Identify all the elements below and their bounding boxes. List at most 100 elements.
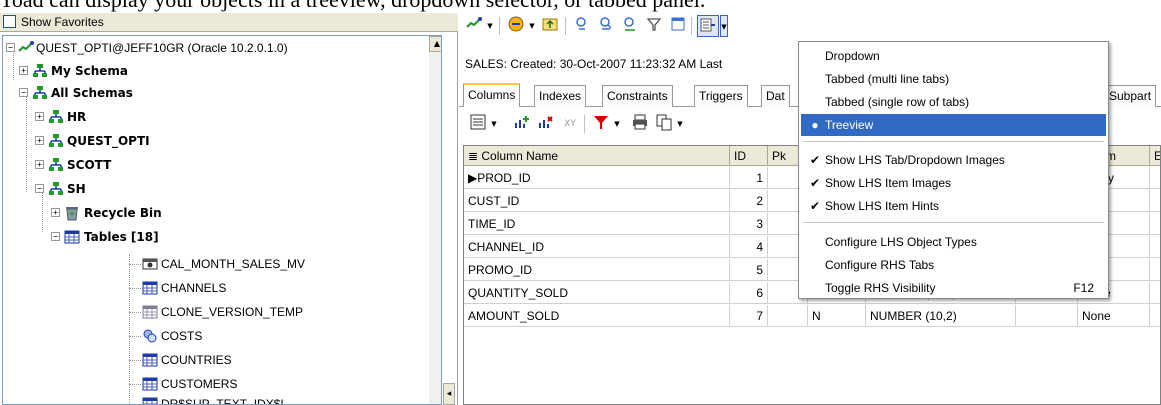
menu-item-show-lhs-tab-images[interactable]: ✔ Show LHS Tab/Dropdown Images — [801, 149, 1106, 171]
refresh-object-icon[interactable] — [619, 15, 641, 37]
menu-separator — [803, 141, 1104, 142]
checkmark-icon: ✔ — [809, 176, 821, 190]
expand-toggle-icon[interactable]: + — [35, 136, 44, 145]
tree-node-recycle-bin[interactable]: + Recycle Bin — [3, 203, 423, 223]
object-info-line: SALES: Created: 30-Oct-2007 11:23:32 AM … — [465, 57, 723, 71]
filter-icon[interactable] — [643, 15, 665, 37]
drop-column-icon[interactable] — [535, 113, 557, 135]
schema-icon — [48, 157, 64, 173]
print-icon[interactable] — [629, 113, 651, 135]
menu-item-label: Configure RHS Tabs — [825, 258, 935, 272]
menu-item-show-lhs-item-images[interactable]: ✔ Show LHS Item Images — [801, 172, 1106, 194]
filter-icon[interactable] — [590, 113, 612, 135]
cell-id: 1 — [730, 167, 768, 189]
cell-column-name: CHANNEL_ID — [464, 236, 730, 258]
tree-node-table[interactable]: COSTS — [3, 326, 423, 346]
menu-item-label: Show LHS Tab/Dropdown Images — [825, 153, 1005, 167]
tree-node-table[interactable]: CLONE_VERSION_TEMP — [3, 302, 423, 322]
expand-toggle-icon[interactable]: + — [19, 66, 28, 75]
tab-indexes[interactable]: Indexes — [534, 85, 587, 107]
menu-item-configure-lhs[interactable]: Configure LHS Object Types — [801, 231, 1106, 253]
cell-text: PROD_ID — [477, 171, 531, 185]
find-object-icon[interactable] — [595, 15, 617, 37]
chevron-down-icon[interactable]: ▼ — [676, 113, 684, 135]
folder-up-icon[interactable] — [539, 15, 561, 37]
pane-splitter-collapse-icon[interactable]: ◂ — [443, 383, 455, 405]
cell-id: 3 — [730, 213, 768, 235]
column-header-name[interactable]: ≣ Column Name — [464, 146, 730, 166]
tab-triggers[interactable]: Triggers — [694, 85, 748, 107]
menu-item-label: Configure LHS Object Types — [825, 235, 977, 249]
tree-node-all-schemas[interactable]: − All Schemas — [3, 83, 423, 103]
chevron-down-icon[interactable]: ▼ — [490, 113, 498, 135]
copy-icon[interactable] — [653, 113, 675, 135]
toolbar-separator — [584, 115, 585, 133]
chevron-down-icon[interactable]: ▼ — [486, 15, 494, 37]
menu-separator — [803, 222, 1104, 223]
menu-item-label: Dropdown — [825, 49, 880, 63]
chevron-down-icon[interactable]: ▼ — [613, 113, 621, 135]
tree-node-label: QUEST_OPTI — [67, 134, 150, 148]
tab-subpartitions[interactable]: Subpart — [1104, 85, 1157, 107]
tree-node-schema-scott[interactable]: + SCOTT — [3, 155, 423, 175]
connection-icon[interactable] — [463, 15, 485, 37]
tab-columns[interactable]: Columns — [463, 83, 521, 107]
scroll-up-icon[interactable]: ▲ — [429, 36, 441, 52]
menu-item-tabbed-multi[interactable]: Tabbed (multi line tabs) — [801, 68, 1106, 90]
tree-node-my-schema[interactable]: + My Schema — [3, 61, 423, 81]
chevron-down-icon[interactable]: ▼ — [720, 15, 728, 37]
menu-item-tabbed-single[interactable]: Tabbed (single row of tabs) — [801, 91, 1106, 113]
menu-item-dropdown[interactable]: Dropdown — [801, 45, 1106, 67]
show-favorites-checkbox[interactable] — [3, 15, 16, 28]
chevron-down-icon[interactable]: ▼ — [528, 15, 536, 37]
tree-node-table[interactable]: CAL_MONTH_SALES_MV — [3, 254, 423, 274]
object-tree[interactable]: − QUEST_OPTI@JEFF10GR (Oracle 10.2.0.1.0… — [2, 35, 442, 405]
cell-pk — [768, 305, 808, 327]
menu-item-treeview[interactable]: ● Treeview — [801, 114, 1106, 136]
radio-dot-icon: ● — [811, 118, 819, 132]
tab-constraints[interactable]: Constraints — [602, 85, 673, 107]
tab-data[interactable]: Dat — [761, 85, 790, 107]
filter-object-icon[interactable] — [571, 15, 593, 37]
tree-node-table[interactable]: CUSTOMERS — [3, 374, 423, 394]
browser-style-icon[interactable] — [697, 15, 719, 37]
browser-style-menu: Dropdown Tabbed (multi line tabs) Tabbed… — [798, 41, 1109, 299]
tree-node-table[interactable]: DR$SUP_TEXT_IDX$I — [3, 394, 423, 404]
table-row[interactable]: AMOUNT_SOLD 7 N NUMBER (10,2) None — [464, 305, 1160, 327]
tree-node-tables[interactable]: − Tables [18] — [3, 227, 423, 247]
tree-node-label: CLONE_VERSION_TEMP — [161, 305, 304, 319]
temp-table-icon — [142, 304, 158, 320]
collapse-toggle-icon[interactable]: − — [6, 43, 15, 52]
tree-node-schema-hr[interactable]: + HR — [3, 107, 423, 127]
collapse-toggle-icon[interactable]: − — [51, 232, 60, 241]
window-icon[interactable] — [667, 15, 689, 37]
menu-item-configure-rhs[interactable]: Configure RHS Tabs — [801, 254, 1106, 276]
collapse-toggle-icon[interactable]: − — [35, 184, 44, 193]
column-header-id[interactable]: ID — [730, 146, 768, 166]
menu-item-label: Show LHS Item Hints — [825, 199, 940, 213]
menu-item-show-lhs-item-hints[interactable]: ✔ Show LHS Item Hints — [801, 195, 1106, 217]
checkmark-icon: ✔ — [809, 199, 821, 213]
column-header-extra[interactable]: E — [1150, 146, 1160, 166]
expand-toggle-icon[interactable]: + — [35, 112, 44, 121]
favorites-icon[interactable] — [505, 15, 527, 37]
xy-chart-icon[interactable]: XY — [559, 113, 581, 135]
checkmark-icon: ✔ — [809, 153, 821, 167]
tree-node-connection[interactable]: − QUEST_OPTI@JEFF10GR (Oracle 10.2.0.1.0… — [3, 38, 423, 58]
expand-toggle-icon[interactable]: + — [35, 160, 44, 169]
collapse-toggle-icon[interactable]: − — [19, 88, 28, 97]
tree-node-table[interactable]: CHANNELS — [3, 278, 423, 298]
tree-node-schema-quest-opti[interactable]: + QUEST_OPTI — [3, 131, 423, 151]
favorites-bar: Show Favorites — [0, 13, 458, 32]
expand-toggle-icon[interactable]: + — [51, 208, 60, 217]
tree-node-table[interactable]: COUNTRIES — [3, 350, 423, 370]
toolbar-separator — [691, 17, 692, 35]
tree-node-schema-sh[interactable]: − SH — [3, 179, 423, 199]
tree-node-label: CHANNELS — [161, 281, 227, 295]
schema-icon — [48, 109, 64, 125]
tree-scrollbar[interactable]: ▲ — [429, 36, 441, 404]
add-column-icon[interactable] — [511, 113, 533, 135]
grid-options-icon[interactable] — [467, 113, 489, 135]
menu-item-toggle-rhs[interactable]: Toggle RHS Visibility F12 — [801, 277, 1106, 299]
tree-node-label: COSTS — [161, 329, 203, 343]
